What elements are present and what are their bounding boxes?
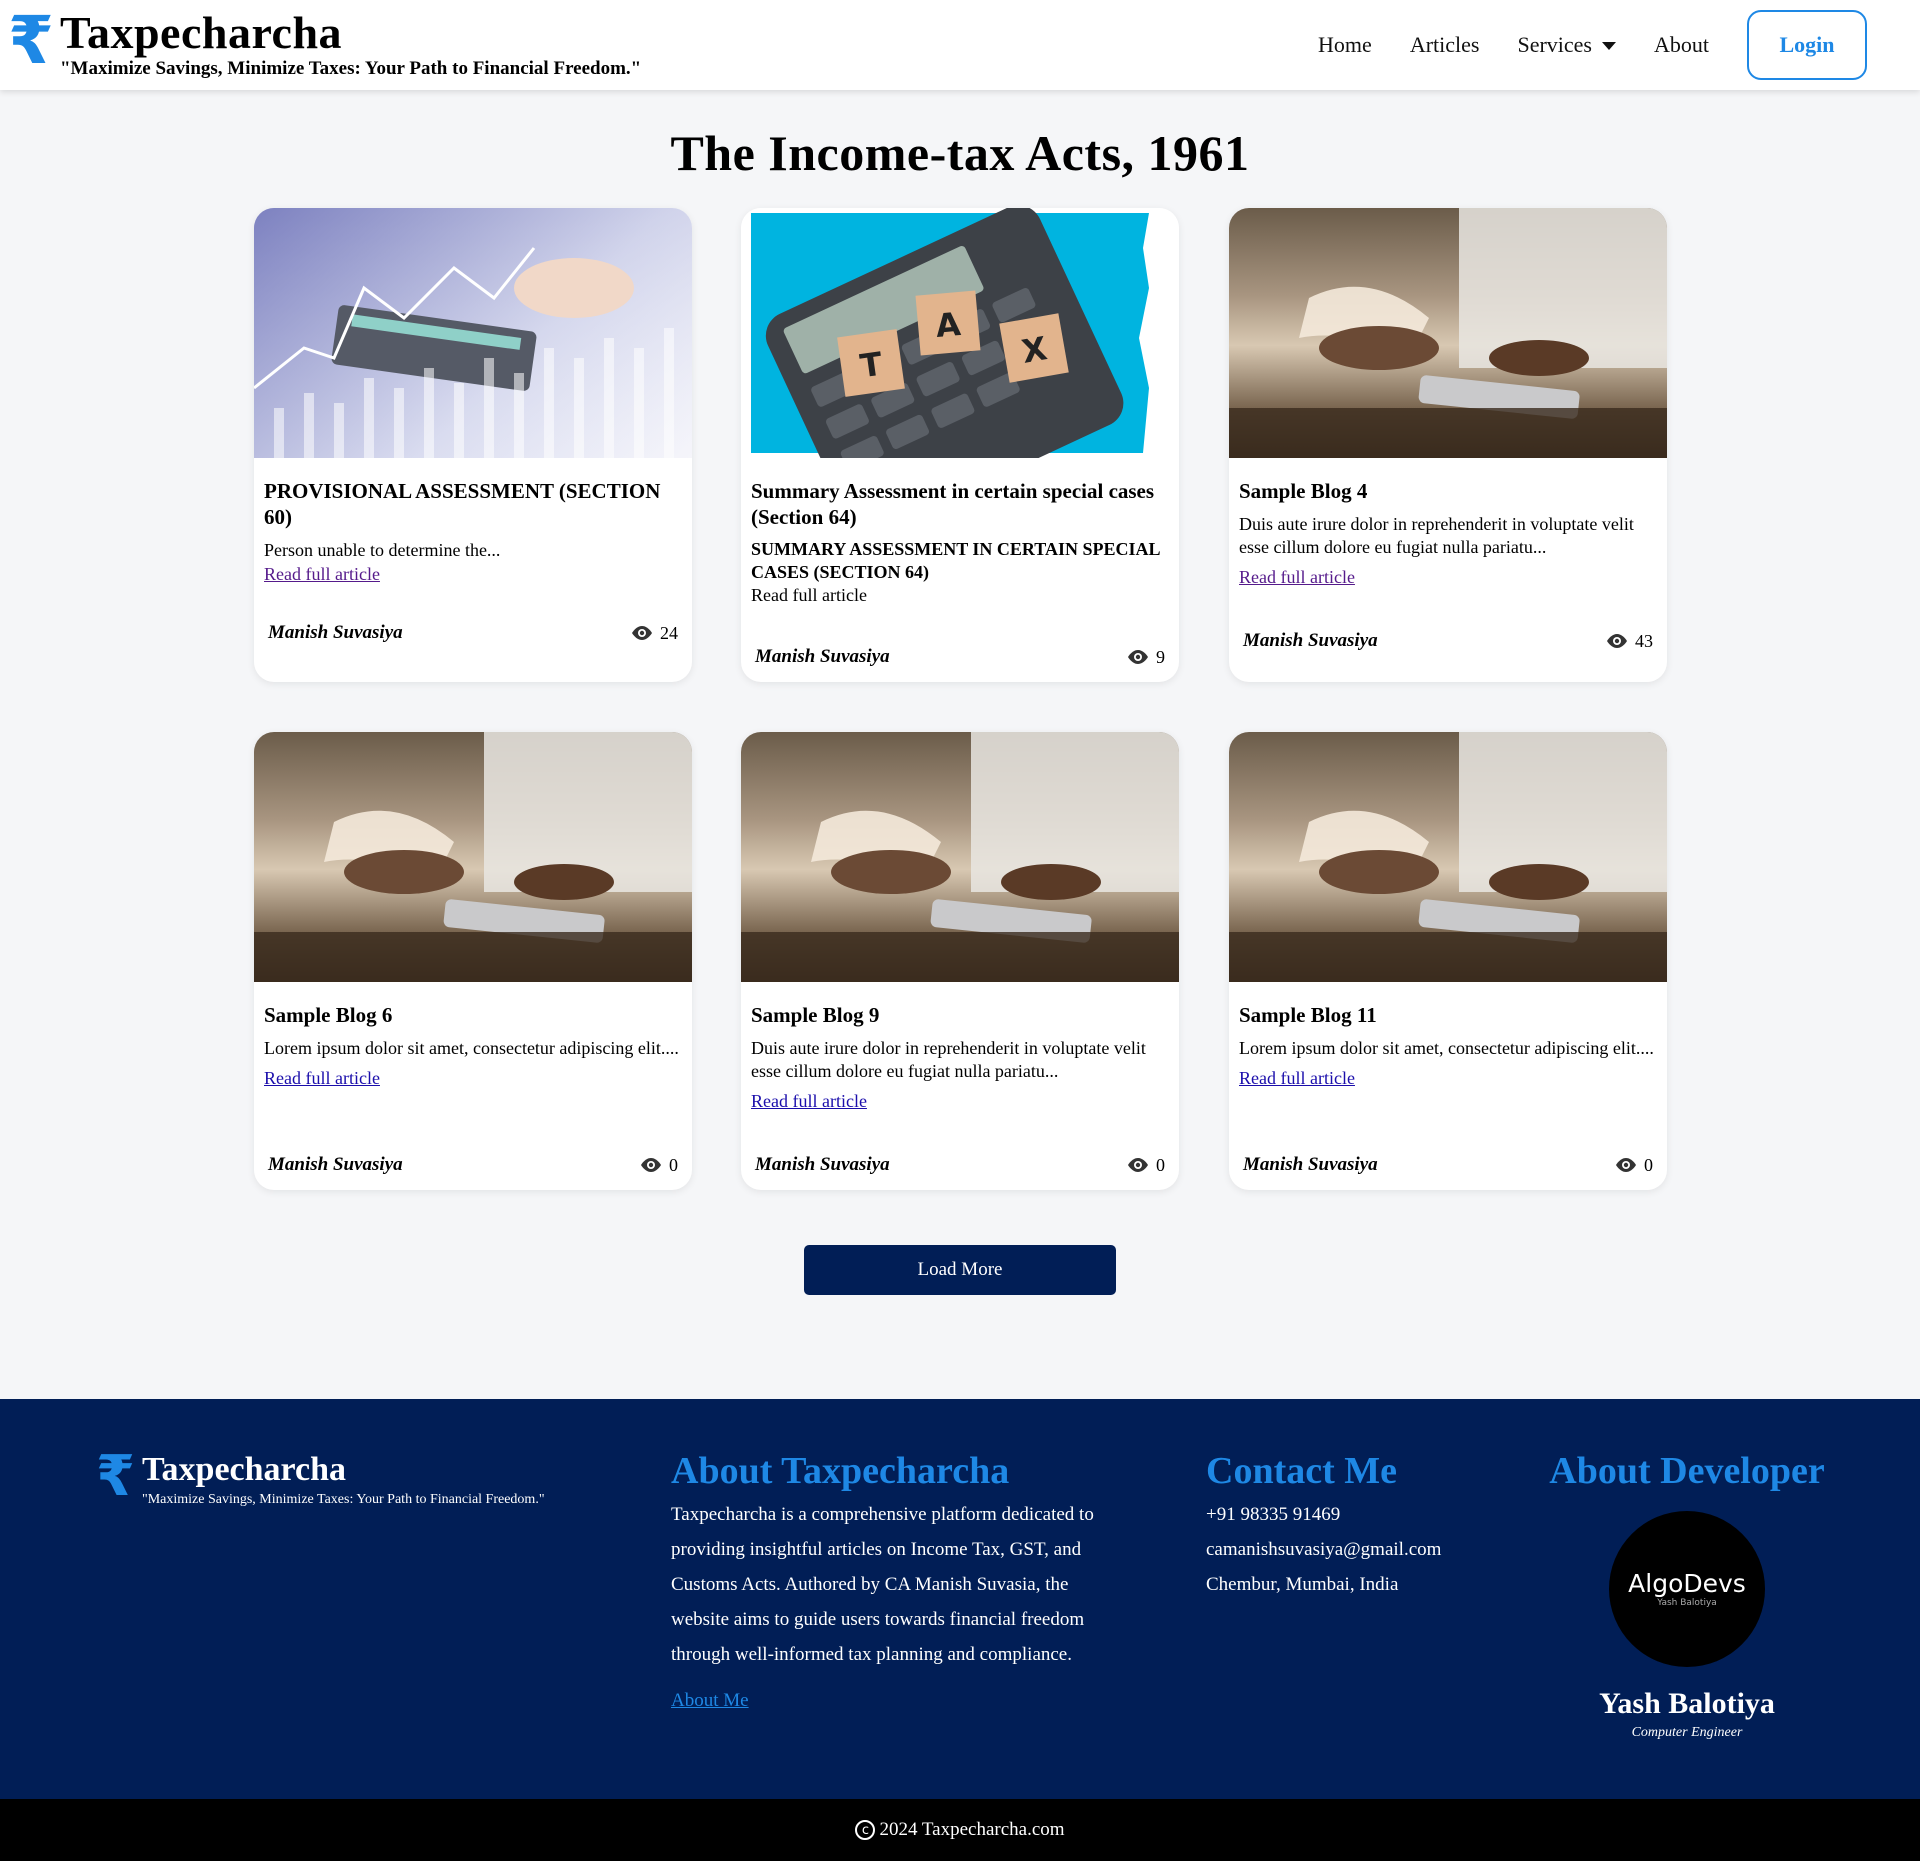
card-image-finance [254, 208, 692, 458]
brand-logo[interactable]: ₹ Taxpecharcha "Maximize Savings, Minimi… [8, 2, 642, 80]
tax-tile-a: A [934, 305, 962, 345]
contact-phone[interactable]: +91 98335 91469 [1206, 1497, 1526, 1532]
article-card[interactable]: Sample Blog 11 Lorem ipsum dolor sit ame… [1229, 732, 1667, 1190]
card-title: Sample Blog 11 [1239, 1003, 1377, 1027]
card-author: Manish Suvasiya [1243, 630, 1378, 651]
card-title: Sample Blog 4 [1239, 479, 1368, 503]
load-more-button[interactable]: Load More [804, 1245, 1116, 1295]
view-count: 43 [1605, 631, 1653, 652]
card-title: Sample Blog 6 [264, 1003, 393, 1027]
article-card[interactable]: PROVISIONAL ASSESSMENT (SECTION 60) Pers… [254, 208, 692, 682]
card-excerpt: Person unable to determine the... [264, 540, 501, 560]
card-image-desk [741, 732, 1179, 982]
view-count: 0 [1126, 1155, 1165, 1176]
nav-articles[interactable]: Articles [1410, 32, 1480, 58]
card-title: PROVISIONAL ASSESSMENT (SECTION 60) [264, 479, 661, 529]
card-author: Manish Suvasiya [268, 1154, 403, 1175]
eye-icon [1128, 1158, 1148, 1172]
eye-icon [641, 1158, 661, 1172]
view-count-value: 0 [669, 1154, 678, 1175]
footer-about-heading: About Taxpecharcha [671, 1450, 1010, 1492]
read-full-article-link[interactable]: Read full article [264, 564, 380, 585]
nav-home[interactable]: Home [1318, 32, 1372, 58]
article-card[interactable]: Sample Blog 9 Duis aute irure dolor in r… [741, 732, 1179, 1190]
card-image-desk [1229, 732, 1667, 982]
brand-tagline: "Maximize Savings, Minimize Taxes: Your … [60, 58, 642, 79]
card-excerpt: Lorem ipsum dolor sit amet, consectetur … [1239, 1038, 1654, 1058]
card-title: Sample Blog 9 [751, 1003, 880, 1027]
card-excerpt: Duis aute irure dolor in reprehenderit i… [1239, 514, 1634, 557]
developer-role: Computer Engineer [1631, 1725, 1743, 1740]
copyright-icon: c [855, 1820, 876, 1840]
login-button[interactable]: Login [1747, 10, 1867, 80]
caret-down-icon [1602, 42, 1616, 50]
view-count: 0 [639, 1155, 678, 1176]
view-count-value: 24 [660, 622, 678, 643]
footer-brand[interactable]: ₹ Taxpecharcha "Maximize Savings, Minimi… [96, 1444, 545, 1509]
card-subtitle: SUMMARY ASSESSMENT IN CERTAIN SPECIAL CA… [751, 539, 1160, 582]
footer-about-text: Taxpecharcha is a comprehensive platform… [671, 1504, 1094, 1665]
card-excerpt: Duis aute irure dolor in reprehenderit i… [751, 1038, 1146, 1081]
dev-logo-sub: Yash Balotiya [1657, 1598, 1717, 1608]
card-image-desk [1229, 208, 1667, 458]
copyright-text: 2024 Taxpecharcha.com [879, 1819, 1065, 1840]
eye-icon [1128, 650, 1148, 664]
nav-services-label: Services [1517, 32, 1592, 57]
footer-developer-section: About Developer AlgoDevs Yash Balotiya Y… [1540, 1449, 1834, 1741]
about-me-link[interactable]: About Me [671, 1690, 749, 1712]
footer-contact-section: Contact Me +91 98335 91469 camanishsuvas… [1206, 1449, 1526, 1602]
developer-name: Yash Balotiya [1599, 1687, 1775, 1720]
card-title: Summary Assessment in certain special ca… [751, 479, 1155, 529]
card-image-tax-calculator: T A X [741, 208, 1179, 458]
card-excerpt: Lorem ipsum dolor sit amet, consectetur … [264, 1038, 679, 1058]
brand-name: Taxpecharcha [60, 7, 343, 58]
footer-brand-tagline: "Maximize Savings, Minimize Taxes: Your … [142, 1492, 545, 1507]
view-count: 24 [630, 623, 678, 644]
read-full-article-text[interactable]: Read full article [751, 584, 1169, 607]
card-image-desk [254, 732, 692, 982]
developer-logo: AlgoDevs Yash Balotiya [1609, 1511, 1765, 1667]
article-card[interactable]: Sample Blog 6 Lorem ipsum dolor sit amet… [254, 732, 692, 1190]
footer-contact-heading: Contact Me [1206, 1450, 1397, 1492]
nav-about[interactable]: About [1654, 32, 1709, 58]
article-card[interactable]: Sample Blog 4 Duis aute irure dolor in r… [1229, 208, 1667, 682]
dev-logo-main: AlgoDevs [1628, 1569, 1746, 1598]
card-author: Manish Suvasiya [1243, 1154, 1378, 1175]
read-full-article-link[interactable]: Read full article [1239, 1068, 1355, 1089]
view-count: 0 [1614, 1155, 1653, 1176]
article-card[interactable]: T A X Summary Assessment in certain spec… [741, 208, 1179, 682]
contact-location: Chembur, Mumbai, India [1206, 1574, 1399, 1595]
card-excerpt-item: Person unable to determine the... [264, 539, 682, 562]
eye-icon [1607, 634, 1627, 648]
copyright-bar: c 2024 Taxpecharcha.com [0, 1799, 1920, 1861]
page-title: The Income-tax Acts, 1961 [670, 125, 1250, 181]
view-count-value: 43 [1635, 630, 1653, 651]
rupee-icon: ₹ [8, 2, 54, 79]
card-author: Manish Suvasiya [755, 1154, 890, 1175]
contact-email[interactable]: camanishsuvasiya@gmail.com [1206, 1532, 1526, 1567]
eye-icon [1616, 1158, 1636, 1172]
view-count-value: 9 [1156, 646, 1165, 667]
footer-about-section: About Taxpecharcha Taxpecharcha is a com… [671, 1449, 1111, 1712]
site-footer: ₹ Taxpecharcha "Maximize Savings, Minimi… [0, 1399, 1920, 1799]
card-author: Manish Suvasiya [755, 646, 890, 667]
site-header: ₹ Taxpecharcha "Maximize Savings, Minimi… [0, 0, 1920, 90]
view-count: 9 [1126, 647, 1165, 668]
main-nav: Home Articles Services About Login [1318, 0, 1920, 90]
eye-icon [632, 626, 652, 640]
footer-brand-name: Taxpecharcha [142, 1451, 347, 1488]
footer-dev-heading: About Developer [1549, 1450, 1825, 1492]
view-count-value: 0 [1156, 1154, 1165, 1175]
nav-services[interactable]: Services [1517, 32, 1616, 58]
read-full-article-link[interactable]: Read full article [751, 1091, 867, 1112]
read-full-article-link[interactable]: Read full article [1239, 567, 1355, 588]
card-author: Manish Suvasiya [268, 622, 403, 643]
rupee-icon: ₹ [96, 1444, 135, 1509]
read-full-article-link[interactable]: Read full article [264, 1068, 380, 1089]
view-count-value: 0 [1644, 1154, 1653, 1175]
